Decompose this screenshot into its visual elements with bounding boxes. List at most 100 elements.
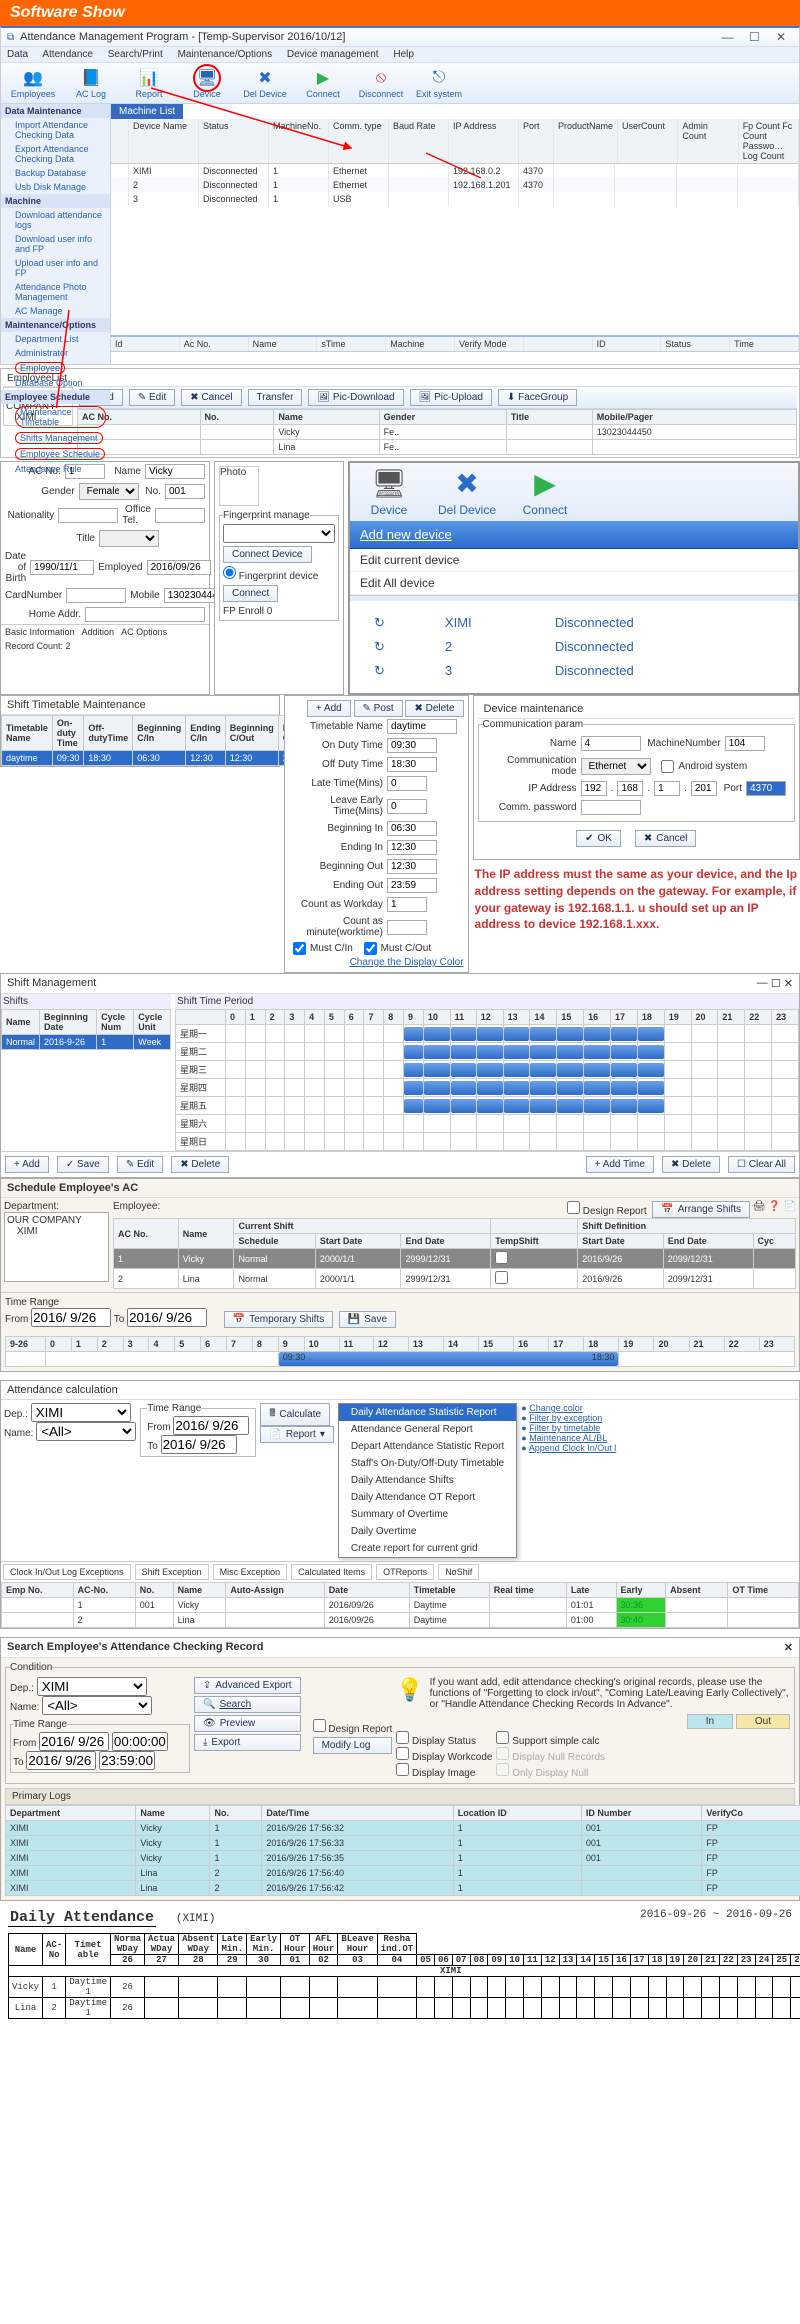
side-grp[interactable]: Machine: [1, 194, 110, 208]
sr-disp[interactable]: Display Workcode: [396, 1747, 492, 1763]
sr-name[interactable]: <All>: [42, 1696, 152, 1715]
sm-btn[interactable]: ☐ Clear All: [728, 1156, 795, 1173]
rep-item[interactable]: Daily Attendance OT Report: [339, 1489, 516, 1506]
fp-connect-device[interactable]: Connect Device: [223, 546, 312, 563]
zoom-connect[interactable]: ▶Connect: [506, 463, 584, 521]
sm-min[interactable]: —: [757, 977, 768, 990]
zoom-row[interactable]: ↻3Disconnected: [374, 659, 790, 683]
ttf-name[interactable]: [387, 719, 457, 734]
emp-table[interactable]: AC No.No.NameGenderTitleMobile/Pager Vic…: [77, 409, 797, 455]
menu-help[interactable]: Help: [393, 49, 414, 60]
report-menu[interactable]: Daily Attendance Statistic ReportAttenda…: [338, 1403, 517, 1558]
sr-row[interactable]: XIMILina22016/9/26 17:56:421FP: [6, 1881, 800, 1896]
ttf-mci[interactable]: [293, 942, 306, 955]
sr-from[interactable]: [39, 1732, 109, 1751]
gcol[interactable]: Comm. type: [329, 119, 389, 163]
rep-item[interactable]: Staff's On-Duty/Off-Duty Timetable: [339, 1455, 516, 1472]
menu-data[interactable]: Data: [7, 49, 28, 60]
rep-item[interactable]: Create report for current grid: [339, 1540, 516, 1557]
sm-max[interactable]: ☐: [771, 977, 781, 990]
lcol[interactable]: Status: [661, 337, 730, 351]
devm-name[interactable]: [581, 736, 641, 751]
zoom-del-device[interactable]: ✖Del Device: [428, 463, 506, 521]
side-item[interactable]: Maintenance Timetable: [1, 404, 110, 430]
gcol[interactable]: Device Name: [129, 119, 199, 163]
f-card[interactable]: [66, 588, 126, 603]
lcol[interactable]: sTime: [317, 337, 386, 351]
ttf-wd[interactable]: [387, 897, 427, 912]
gcol[interactable]: Fp Count Fc Count Passwo… Log Count: [739, 119, 799, 163]
devm-and[interactable]: [661, 760, 674, 773]
f-addr[interactable]: [85, 607, 205, 622]
lcol[interactable]: Id: [111, 337, 180, 351]
side-item[interactable]: Administrator: [1, 346, 110, 360]
sm-btn[interactable]: ✓ Save: [57, 1156, 109, 1173]
ac-tab[interactable]: Shift Exception: [135, 1564, 209, 1580]
ac-tab[interactable]: Calculated Items: [291, 1564, 372, 1580]
sac-from[interactable]: [31, 1308, 111, 1327]
sm-btn[interactable]: ✖ Delete: [171, 1156, 229, 1173]
sac-tree[interactable]: OUR COMPANY XIMI: [4, 1212, 109, 1282]
side-item[interactable]: Download attendance logs: [1, 208, 110, 232]
tb-exit[interactable]: ⎋Exit system: [413, 67, 465, 99]
ac-row[interactable]: 2Lina2016/09/26Daytime01:0030:40: [2, 1613, 799, 1628]
stt-add[interactable]: + Add: [307, 700, 351, 717]
menu-dev[interactable]: Device management: [287, 49, 379, 60]
ip1[interactable]: [581, 781, 607, 796]
grid-row[interactable]: 2Disconnected1Ethernet192.168.1.2014370: [111, 178, 799, 192]
emp-toolbtn[interactable]: Transfer: [248, 389, 303, 406]
sr-disp2[interactable]: Support simple calc: [496, 1731, 605, 1747]
zoom-edit-all[interactable]: Edit All device: [350, 572, 798, 595]
ac-link[interactable]: ● Append Clock In/Out l: [521, 1443, 796, 1453]
ac-link[interactable]: ● Change color: [521, 1403, 796, 1413]
side-item[interactable]: Attendance Rule: [1, 462, 110, 476]
side-item[interactable]: Export Attendance Checking Data: [1, 142, 110, 166]
ac-to[interactable]: [161, 1435, 237, 1454]
f-birth[interactable]: [30, 560, 94, 575]
sm-btn[interactable]: + Add Time: [586, 1156, 654, 1173]
emp-toolbtn[interactable]: 🖼 Pic-Download: [308, 389, 403, 406]
ttf-mco[interactable]: [364, 942, 377, 955]
side-item[interactable]: Employee: [1, 360, 110, 376]
zoom-edit-current[interactable]: Edit current device: [350, 549, 798, 572]
sr-dep[interactable]: XIMI: [37, 1677, 147, 1696]
devm-ok[interactable]: ✔ OK: [576, 830, 621, 847]
gcol[interactable]: MachineNo.: [269, 119, 329, 163]
ttf-late[interactable]: [387, 776, 427, 791]
ttf-bo[interactable]: [387, 859, 437, 874]
menu-att[interactable]: Attendance: [42, 49, 93, 60]
devm-pw[interactable]: [581, 800, 641, 815]
gcol[interactable]: ProductName: [554, 119, 618, 163]
side-grp[interactable]: Maintenance/Options: [1, 318, 110, 332]
rep-item[interactable]: Daily Overtime: [339, 1523, 516, 1540]
sr-disp[interactable]: Display Image: [396, 1763, 492, 1779]
f-emp[interactable]: [147, 560, 211, 575]
fp-opt[interactable]: [223, 566, 236, 579]
side-item[interactable]: Upload user info and FP: [1, 256, 110, 280]
ac-calc[interactable]: 🖩 Calculate: [260, 1403, 330, 1426]
sr-design[interactable]: Design Report: [313, 1719, 393, 1735]
ac-tab[interactable]: OTReports: [376, 1564, 434, 1580]
ac-name[interactable]: <All>: [36, 1422, 136, 1441]
sr-row[interactable]: XIMIVicky12016/9/26 17:56:351001FP: [6, 1851, 800, 1866]
side-item[interactable]: Employee Schedule: [1, 446, 110, 462]
f-name[interactable]: [145, 464, 205, 479]
rep-item[interactable]: Attendance General Report: [339, 1421, 516, 1438]
sm-btn[interactable]: ✎ Edit: [117, 1156, 163, 1173]
sac-temp[interactable]: 📅 Temporary Shifts: [224, 1311, 333, 1328]
sac-row[interactable]: 2LinaNormal2000/1/12999/12/312016/9/2620…: [114, 1269, 796, 1289]
ac-link[interactable]: ● Filter by timetable: [521, 1423, 796, 1433]
sr-export[interactable]: ⤓ Export: [194, 1734, 301, 1751]
sr-fromt[interactable]: [112, 1732, 168, 1751]
lcol[interactable]: Verify Mode: [455, 337, 524, 351]
ip4[interactable]: [691, 781, 717, 796]
fp-sel[interactable]: [223, 524, 335, 543]
side-item[interactable]: Usb Disk Manage: [1, 180, 110, 194]
side-item[interactable]: Database Option: [1, 376, 110, 390]
rep-item[interactable]: Daily Attendance Shifts: [339, 1472, 516, 1489]
ac-tab[interactable]: NoShif: [438, 1564, 479, 1580]
sac-save[interactable]: 💾 Save: [339, 1311, 396, 1328]
gcol[interactable]: Status: [199, 119, 269, 163]
sac-to[interactable]: [127, 1308, 207, 1327]
min-button[interactable]: —: [715, 30, 739, 44]
